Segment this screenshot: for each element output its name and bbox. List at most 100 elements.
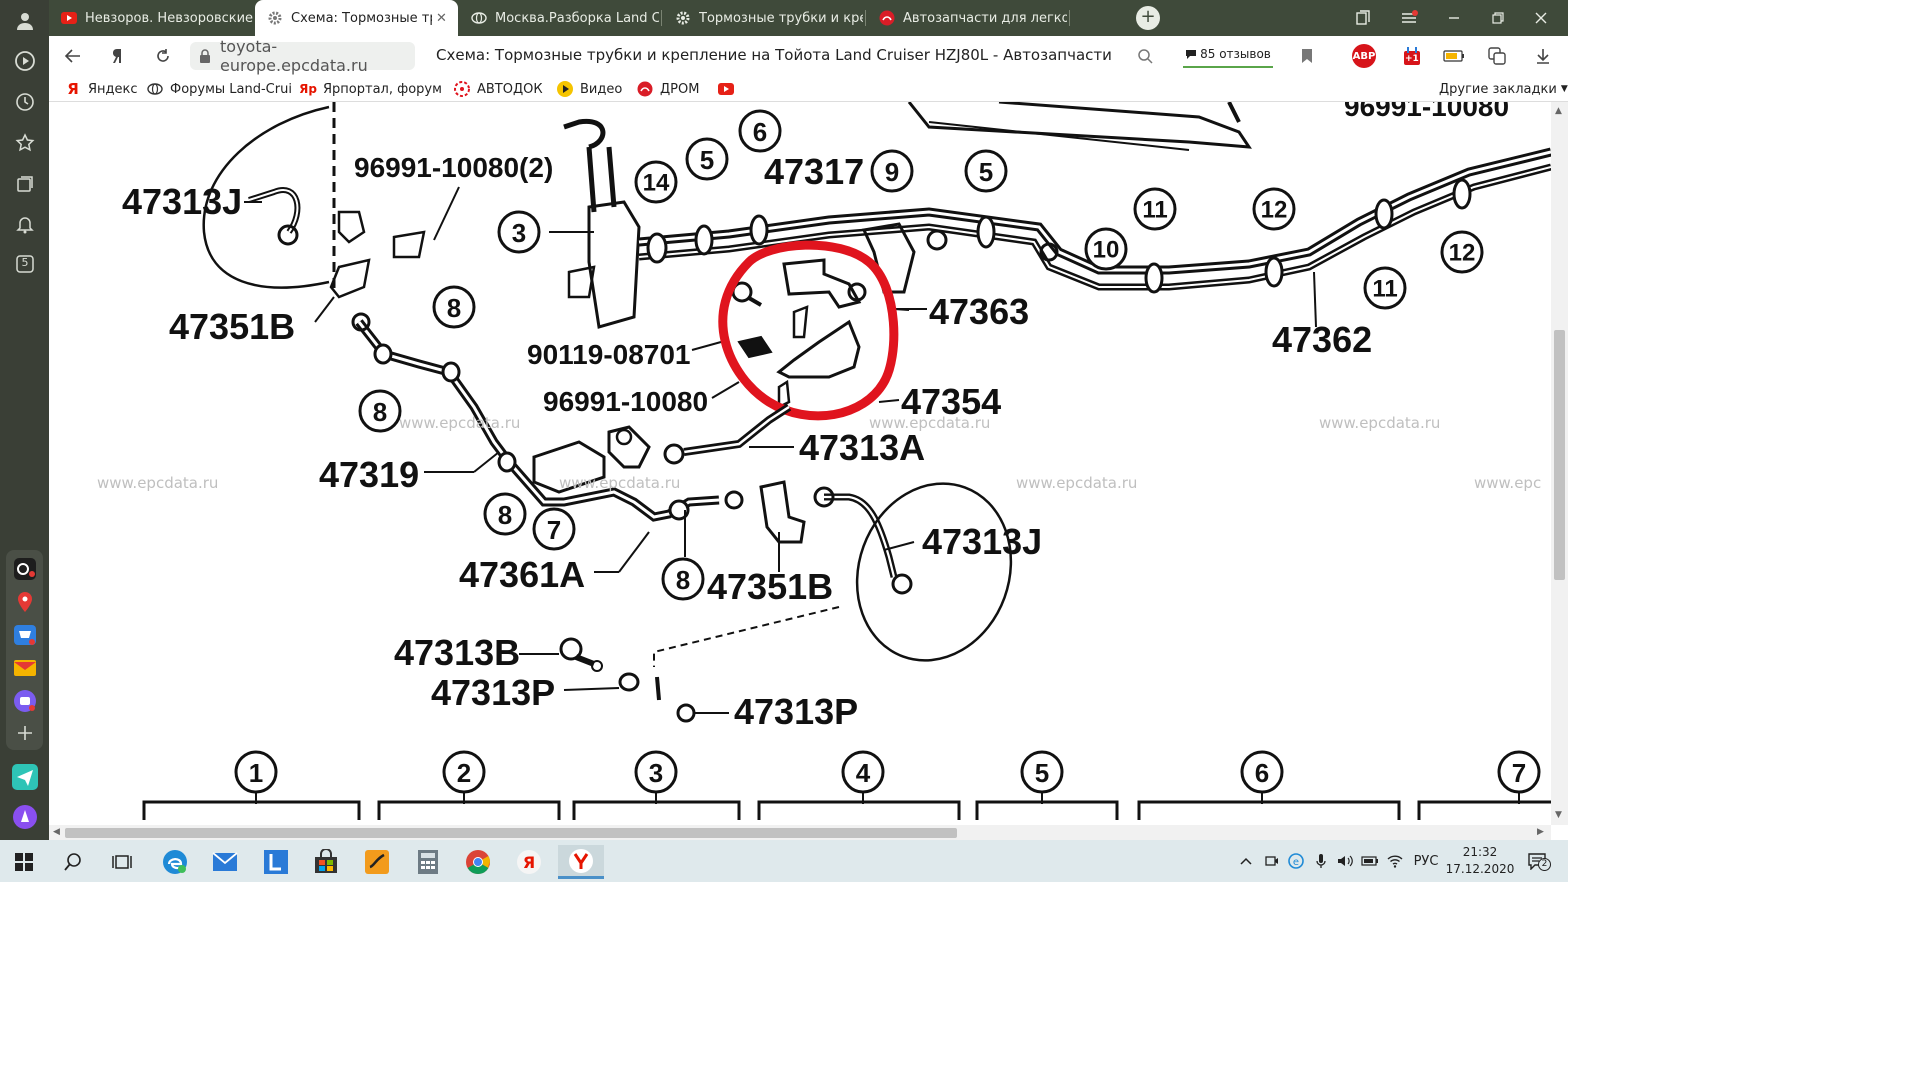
mail-icon[interactable] [205, 845, 245, 879]
other-bookmarks[interactable]: Другие закладки ▼ [1439, 80, 1568, 98]
edge-browser-icon[interactable] [155, 845, 195, 879]
notification-extension-icon[interactable]: +1 [1401, 44, 1425, 68]
part-number-label[interactable]: 47313P [431, 672, 555, 713]
tab-brake-tubes[interactable]: Тормозные трубки и креп [663, 0, 863, 36]
profile-icon[interactable] [12, 8, 38, 34]
scroll-up-arrow-icon[interactable]: ▲ [1555, 106, 1562, 116]
camera-app-icon[interactable] [12, 556, 38, 582]
minimize-button[interactable] [1439, 6, 1469, 30]
chevron-up-icon[interactable] [1238, 852, 1254, 870]
chrome-icon[interactable] [458, 845, 498, 879]
clock[interactable]: 21:32 17.12.2020 [1445, 844, 1515, 878]
maps-app-icon[interactable] [12, 589, 38, 615]
menu-icon[interactable] [1394, 6, 1424, 30]
market-app-icon[interactable] [12, 622, 38, 648]
part-number-label[interactable]: 47313J [922, 521, 1042, 562]
store-icon[interactable] [306, 845, 346, 879]
part-number-label[interactable]: 47313J [122, 181, 242, 222]
calculator-icon[interactable] [408, 845, 448, 879]
tab-nevzorov[interactable]: Невзоров. Невзоровские [49, 0, 254, 36]
bookmark-land-cruiser-forums[interactable]: Форумы Land-Crui [147, 80, 292, 98]
battery-icon[interactable] [1361, 852, 1379, 870]
new-tab-button[interactable]: + [1136, 6, 1160, 30]
part-number-label[interactable]: 47361A [459, 554, 585, 595]
mail-app-icon[interactable] [12, 655, 38, 681]
reviews-button[interactable]: 85 отзывов [1183, 42, 1273, 68]
history-icon[interactable] [12, 89, 38, 115]
tab-bookmarks-icon[interactable] [1348, 6, 1378, 30]
close-tab-icon[interactable]: ✕ [436, 11, 450, 26]
callout-12[interactable]: 12 [1252, 187, 1296, 231]
battery-extension-icon[interactable] [1442, 44, 1466, 68]
download-icon[interactable] [1531, 44, 1555, 68]
part-number-label[interactable]: 47313B [394, 632, 520, 673]
yandex-browser-icon[interactable]: Я [509, 845, 549, 879]
bookmark-youtube[interactable] [718, 80, 741, 98]
yandex-browser-active-icon[interactable] [558, 845, 604, 879]
callout-8[interactable]: 8 [432, 285, 476, 329]
task-view-icon[interactable] [102, 845, 142, 879]
search-icon[interactable] [53, 845, 93, 879]
bookmark-autodoc[interactable]: АВТОДОК [454, 80, 543, 98]
bookmark-video[interactable]: Видео [557, 80, 622, 98]
callout-11[interactable]: 11 [1363, 266, 1407, 310]
callout-8[interactable]: 8 [358, 389, 402, 433]
keyboard-language[interactable]: РУС [1412, 852, 1440, 870]
bookmark-page-icon[interactable] [1294, 44, 1320, 68]
close-window-button[interactable] [1526, 6, 1556, 30]
tab-brake-scheme[interactable]: Схема: Тормозные труб ✕ [255, 0, 458, 36]
callout-5[interactable]: 5 [685, 137, 729, 181]
bookmark-yandex[interactable]: Я Яндекс [65, 80, 137, 98]
messenger-app-icon[interactable] [12, 688, 38, 714]
translate-extension-icon[interactable] [1485, 44, 1509, 68]
address-bar[interactable]: toyota-europe.epcdata.ru [190, 37, 415, 75]
bell-icon[interactable] [12, 211, 38, 237]
ie-tray-icon[interactable]: e [1287, 852, 1305, 870]
part-number-label[interactable]: 96991-10080(2) [354, 152, 553, 183]
callout-8[interactable]: 8 [483, 492, 527, 536]
callout-9[interactable]: 9 [870, 149, 914, 193]
paint-app-icon[interactable] [357, 845, 397, 879]
part-number-label[interactable]: 96991-10080 [543, 386, 708, 417]
volume-icon[interactable] [1336, 852, 1354, 870]
media-play-icon[interactable] [12, 48, 38, 74]
bookmark-yarportal[interactable]: Яр Ярпортал, форум [299, 80, 442, 98]
add-app-icon[interactable] [12, 720, 38, 746]
tabs-counter-icon[interactable]: 5 [12, 251, 38, 277]
lingualeo-icon[interactable] [256, 845, 296, 879]
horizontal-scroll-thumb[interactable] [65, 828, 957, 838]
callout-12[interactable]: 12 [1440, 230, 1484, 274]
part-number-label[interactable]: 47313A [799, 427, 925, 468]
callout-5[interactable]: 5 [964, 149, 1008, 193]
part-number-label[interactable]: 47362 [1272, 319, 1372, 360]
wifi-icon[interactable] [1386, 852, 1404, 870]
yandex-home-button[interactable] [105, 44, 131, 68]
meet-now-icon[interactable] [1264, 852, 1280, 870]
callout-8[interactable]: 8 [661, 557, 705, 601]
scroll-down-arrow-icon[interactable]: ▼ [1555, 810, 1562, 820]
reload-button[interactable] [150, 44, 176, 68]
part-number-label[interactable]: 47313P [734, 691, 858, 732]
bookmark-drom[interactable]: ДРОМ [637, 80, 699, 98]
microphone-icon[interactable] [1313, 852, 1329, 870]
zoom-icon[interactable] [1132, 44, 1158, 68]
callout-11[interactable]: 11 [1133, 187, 1177, 231]
favorites-star-icon[interactable] [12, 130, 38, 156]
part-number-label[interactable]: 90119-08701 [527, 339, 691, 370]
part-number-label[interactable]: 47363 [929, 291, 1029, 332]
scroll-left-arrow-icon[interactable]: ◀ [53, 827, 60, 837]
part-number-label[interactable]: 47351B [169, 306, 295, 347]
vertical-scroll-thumb[interactable] [1554, 330, 1565, 580]
part-number-label[interactable]: 47351B [707, 566, 833, 607]
alice-assistant-icon[interactable] [12, 804, 38, 830]
back-button[interactable] [60, 44, 86, 68]
part-number-label[interactable]: 47354 [901, 381, 1001, 422]
send-app-icon[interactable] [12, 764, 38, 790]
callout-14[interactable]: 14 [634, 160, 678, 204]
part-number-label[interactable]: 47319 [319, 454, 419, 495]
callout-6[interactable]: 6 [738, 109, 782, 153]
tab-autoparts[interactable]: Автозапчасти для легковы [867, 0, 1067, 36]
callout-3[interactable]: 3 [497, 210, 541, 254]
part-number-label[interactable]: 47317 [764, 151, 864, 192]
collections-icon[interactable] [12, 171, 38, 197]
